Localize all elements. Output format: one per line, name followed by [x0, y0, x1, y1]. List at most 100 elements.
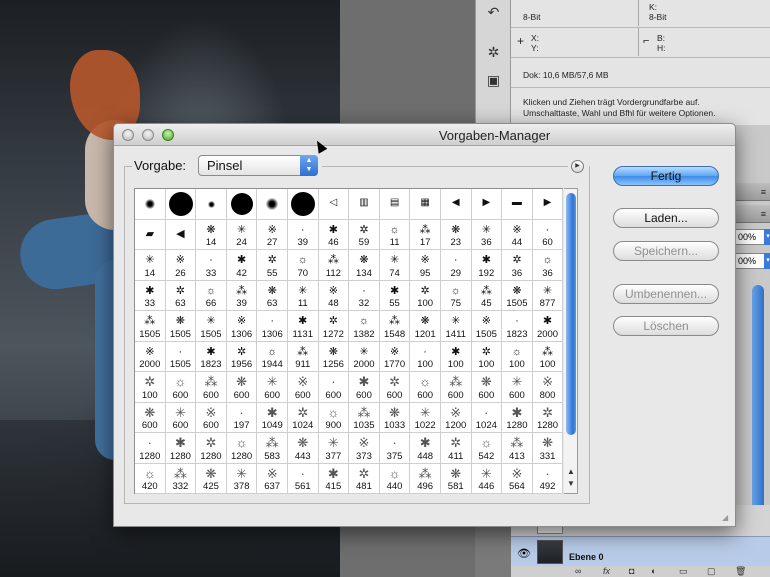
fill-dropdown-icon[interactable]: ▾: [764, 253, 770, 269]
brush-preset-cell[interactable]: ▥: [349, 189, 380, 220]
brush-preset-cell[interactable]: ※ 1505: [471, 311, 503, 342]
brush-preset-cell[interactable]: ✱ 1049: [257, 402, 288, 433]
brush-preset-cell[interactable]: ✳ 74: [379, 250, 411, 281]
brush-preset-cell[interactable]: ✱ 1823: [196, 341, 227, 372]
brush-preset-cell[interactable]: ⁂ 583: [257, 433, 288, 464]
brush-preset-cell[interactable]: ☼ 900: [318, 402, 350, 433]
dialog-titlebar[interactable]: Vorgaben-Manager: [114, 124, 735, 146]
folder-icon[interactable]: ▭: [679, 566, 688, 577]
brush-preset-cell[interactable]: ⁂ 112: [318, 250, 350, 281]
brush-preset-cell[interactable]: ☼ 1382: [349, 311, 380, 342]
trash-icon[interactable]: 🗑: [735, 566, 746, 577]
brush-preset-cell[interactable]: ✳ 600: [165, 402, 197, 433]
image-icon[interactable]: ▣: [480, 68, 507, 92]
panel-tab[interactable]: ≡: [735, 183, 770, 201]
brush-preset-cell[interactable]: ✲ 1280: [532, 402, 564, 433]
panel-menu-icon[interactable]: ≡: [761, 209, 766, 219]
save-button[interactable]: Speichern...: [613, 241, 719, 261]
adjustment-icon[interactable]: ◐: [651, 566, 656, 576]
resize-grip-icon[interactable]: ◢: [722, 513, 732, 523]
brush-preset-cell[interactable]: ❋ 425: [196, 463, 227, 494]
brush-preset-cell[interactable]: ※ 95: [410, 250, 441, 281]
brush-preset-cell[interactable]: ⁂ 1505: [135, 311, 166, 342]
brush-preset-cell[interactable]: ※ 2000: [135, 341, 166, 372]
brush-preset-cell[interactable]: ❋ 23: [440, 219, 472, 250]
brush-preset-cell[interactable]: ✱ 42: [226, 250, 258, 281]
brush-preset-cell[interactable]: · 561: [287, 463, 319, 494]
brush-preset-cell[interactable]: ✱ 2000: [532, 311, 564, 342]
brush-preset-cell[interactable]: · 100: [410, 341, 441, 372]
brush-preset-cell[interactable]: ❋ 1201: [410, 311, 441, 342]
brush-preset-cell[interactable]: ▬: [502, 189, 533, 220]
layer-row[interactable]: 👁 Ebene 0: [511, 536, 770, 566]
opacity-field[interactable]: 00%: [735, 229, 765, 245]
brush-preset-cell[interactable]: · 32: [349, 280, 380, 311]
brush-preset-cell[interactable]: ❋ 331: [532, 433, 564, 464]
brush-preset-cell[interactable]: ✲ 411: [440, 433, 472, 464]
brush-preset-cell[interactable]: ✲ 55: [257, 250, 288, 281]
brush-preset-cell[interactable]: ⁂ 911: [287, 341, 319, 372]
brush-preset-cell[interactable]: ✱ 1280: [165, 433, 197, 464]
brush-preset-cell[interactable]: ▶: [532, 189, 564, 220]
brush-preset-cell[interactable]: ⁂ 39: [226, 280, 258, 311]
brush-preset-cell[interactable]: ✳ 600: [257, 372, 288, 403]
brush-preset-cell[interactable]: ⁂ 600: [196, 372, 227, 403]
brush-preset-cell[interactable]: ▤: [379, 189, 411, 220]
brush-preset-cell[interactable]: ⁂ 332: [165, 463, 197, 494]
brush-preset-cell[interactable]: ※ 44: [502, 219, 533, 250]
brush-preset-cell[interactable]: ✱ 46: [318, 219, 350, 250]
brush-grid-scrollbar[interactable]: ▲ ▼: [564, 188, 578, 494]
brush-preset-cell[interactable]: · 33: [196, 250, 227, 281]
brush-preset-cell[interactable]: [226, 189, 258, 220]
brush-preset-cell[interactable]: ✲ 59: [349, 219, 380, 250]
brush-preset-cell[interactable]: ※ 637: [257, 463, 288, 494]
new-layer-icon[interactable]: ▢: [707, 566, 716, 577]
navigator-icon[interactable]: ✲: [480, 40, 507, 64]
history-icon[interactable]: ↶: [480, 0, 507, 24]
brush-preset-cell[interactable]: ✲ 1024: [287, 402, 319, 433]
brush-preset-cell[interactable]: ✳ 600: [502, 372, 533, 403]
load-button[interactable]: Laden...: [613, 208, 719, 228]
brush-preset-cell[interactable]: [165, 189, 197, 220]
brush-preset-cell[interactable]: ◀: [440, 189, 472, 220]
brush-preset-cell[interactable]: ✲ 100: [410, 280, 441, 311]
delete-button[interactable]: Löschen: [613, 316, 719, 336]
brush-preset-cell[interactable]: ✲ 1956: [226, 341, 258, 372]
brush-preset-cell[interactable]: · 1823: [502, 311, 533, 342]
brush-preset-cell[interactable]: ✳ 1022: [410, 402, 441, 433]
panel-tab[interactable]: ≡: [735, 205, 770, 223]
preset-type-select[interactable]: Pinsel ▲ ▼: [198, 155, 318, 176]
brush-preset-cell[interactable]: ✳ 2000: [349, 341, 380, 372]
brush-preset-cell[interactable]: ✳ 36: [471, 219, 503, 250]
brush-preset-cell[interactable]: ※ 1306: [226, 311, 258, 342]
brush-preset-cell[interactable]: ❋ 581: [440, 463, 472, 494]
brush-preset-cell[interactable]: ✳ 24: [226, 219, 258, 250]
brush-preset-cell[interactable]: · 1280: [135, 433, 166, 464]
brush-preset-cell[interactable]: [287, 189, 319, 220]
brush-preset-cell[interactable]: · 1024: [471, 402, 503, 433]
brush-preset-cell[interactable]: ✳ 377: [318, 433, 350, 464]
brush-preset-cell[interactable]: ☼ 36: [532, 250, 564, 281]
brush-preset-cell[interactable]: ✳ 14: [135, 250, 166, 281]
brush-preset-cell[interactable]: · 60: [532, 219, 564, 250]
brush-preset-cell[interactable]: ☼ 70: [287, 250, 319, 281]
scroll-thumb[interactable]: [566, 193, 576, 435]
layers-scrollbar[interactable]: [752, 285, 764, 530]
brush-preset-cell[interactable]: ✲ 36: [502, 250, 533, 281]
brush-preset-cell[interactable]: ❋ 1256: [318, 341, 350, 372]
brush-preset-cell[interactable]: ✱ 1131: [287, 311, 319, 342]
brush-preset-cell[interactable]: ❋ 600: [471, 372, 503, 403]
brush-preset-cell[interactable]: ❋ 600: [226, 372, 258, 403]
brush-preset-cell[interactable]: ❋ 1505: [165, 311, 197, 342]
brush-preset-cell[interactable]: ※ 48: [318, 280, 350, 311]
brush-preset-cell[interactable]: ❋ 1505: [502, 280, 533, 311]
brush-preset-cell[interactable]: ※ 800: [532, 372, 564, 403]
brush-preset-cell[interactable]: ❋ 14: [196, 219, 227, 250]
brush-preset-cell[interactable]: ☼ 1280: [226, 433, 258, 464]
brush-preset-cell[interactable]: ✲ 1272: [318, 311, 350, 342]
panel-menu-icon[interactable]: ≡: [761, 187, 766, 197]
brush-preset-cell[interactable]: ⁂ 600: [440, 372, 472, 403]
brush-preset-cell[interactable]: ☼ 66: [196, 280, 227, 311]
brush-preset-cell[interactable]: ▶: [471, 189, 503, 220]
brush-preset-cell[interactable]: ※ 600: [287, 372, 319, 403]
